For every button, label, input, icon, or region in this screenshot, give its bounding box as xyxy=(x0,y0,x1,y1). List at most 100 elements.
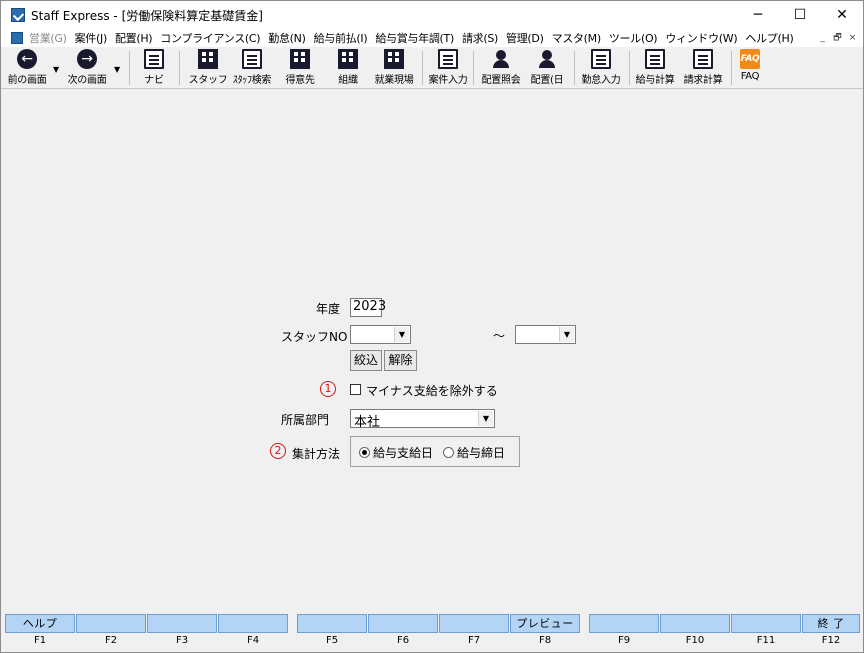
document-icon[interactable] xyxy=(11,32,23,44)
fkey-f10[interactable]: F10 xyxy=(660,614,730,650)
fkey-f4[interactable]: F4 xyxy=(218,614,288,650)
mdi-restore-button[interactable]: 🗗 xyxy=(831,32,844,45)
year-label: 年度 xyxy=(316,302,341,316)
department-select[interactable]: 本社 ▼ xyxy=(350,409,495,430)
staff-no-label: スタッフNO xyxy=(281,330,348,344)
menu-prepay[interactable]: 給与前払(I) xyxy=(314,30,368,46)
fkey-f7-label[interactable] xyxy=(439,614,509,633)
toolbar-separator xyxy=(422,51,423,85)
fkey-f5[interactable]: F5 xyxy=(297,614,367,650)
menu-tools[interactable]: ツール(O) xyxy=(609,30,658,46)
navi-label: ナビ xyxy=(144,75,164,86)
fkey-f12-label[interactable]: 終 了 xyxy=(802,614,860,633)
payroll-calc-button[interactable]: 給与計算 xyxy=(633,49,677,87)
organization-button[interactable]: 組織 xyxy=(335,49,361,87)
back-label: 前の画面 xyxy=(7,75,47,86)
clear-button[interactable]: 解除 xyxy=(384,350,417,371)
method-radio-closing-day[interactable] xyxy=(443,447,454,458)
maximize-button[interactable]: ☐ xyxy=(779,1,821,29)
fkey-f2[interactable]: F2 xyxy=(76,614,146,650)
menu-admin[interactable]: 管理(D) xyxy=(506,30,544,46)
filter-button[interactable]: 絞込 xyxy=(350,350,382,371)
fkey-f3-label[interactable] xyxy=(147,614,217,633)
fkey-f12[interactable]: 終 了 F12 xyxy=(802,614,860,650)
menu-attendance[interactable]: 勤怠(N) xyxy=(268,30,306,46)
worksite-icon xyxy=(384,49,404,69)
toolbar-separator xyxy=(473,51,474,85)
chevron-down-icon[interactable]: ▼ xyxy=(559,327,574,342)
fkey-f10-label[interactable] xyxy=(660,614,730,633)
fkey-f11[interactable]: F11 xyxy=(731,614,801,650)
fkey-f9-label[interactable] xyxy=(589,614,659,633)
form-area: 年度 2023 スタッフNO ▼ ～ ▼ 絞込 解除 1 マイナス支給を除外する… xyxy=(5,90,861,612)
fkey-f11-number: F11 xyxy=(756,635,776,646)
forward-history-dropdown-icon[interactable]: ▼ xyxy=(114,65,120,74)
staff-no-to-select[interactable]: ▼ xyxy=(515,325,576,344)
staff-search-button[interactable]: ｽﾀｯﾌ検索 xyxy=(231,49,273,87)
forward-button[interactable]: → 次の画面 xyxy=(67,49,107,87)
fkey-f2-label[interactable] xyxy=(76,614,146,633)
annotation-marker-2: 2 xyxy=(270,443,286,459)
fkey-f8[interactable]: プレビュー F8 xyxy=(510,614,580,650)
chevron-down-icon[interactable]: ▼ xyxy=(478,411,493,426)
navi-button[interactable]: ナビ xyxy=(141,49,167,87)
menu-bar: 営業(G) 案件(J) 配置(H) コンプライアンス(C) 勤怠(N) 給与前払… xyxy=(1,29,863,47)
menu-payroll[interactable]: 給与賞与年調(T) xyxy=(375,30,454,46)
close-button[interactable]: ✕ xyxy=(821,1,863,29)
forward-label: 次の画面 xyxy=(67,75,107,86)
case-input-button[interactable]: 案件入力 xyxy=(427,49,469,87)
fkey-f11-label[interactable] xyxy=(731,614,801,633)
menu-case[interactable]: 案件(J) xyxy=(75,30,108,46)
window-controls: ─ ☐ ✕ xyxy=(737,1,863,29)
app-window: Staff Express - [労働保険料算定基礎賃金] ─ ☐ ✕ 営業(G… xyxy=(0,0,864,653)
chevron-down-icon[interactable]: ▼ xyxy=(394,327,409,342)
back-button[interactable]: ← 前の画面 xyxy=(7,49,47,87)
method-radio-payday[interactable] xyxy=(359,447,370,458)
menu-sales[interactable]: 営業(G) xyxy=(29,30,67,46)
fkey-f7[interactable]: F7 xyxy=(439,614,509,650)
fkey-f4-number: F4 xyxy=(246,635,260,646)
menu-compliance[interactable]: コンプライアンス(C) xyxy=(160,30,260,46)
annotation-marker-1: 1 xyxy=(320,381,336,397)
mdi-close-button[interactable]: × xyxy=(846,32,859,45)
function-key-bar: ヘルプ F1 F2 F3 F4 F5 F6 F7 プレビュー F8 F9 F10… xyxy=(5,614,861,650)
fkey-f8-label[interactable]: プレビュー xyxy=(510,614,580,633)
attendance-input-button[interactable]: 勤怠入力 xyxy=(579,49,623,87)
worksite-label: 就業現場 xyxy=(374,75,414,86)
title-bar: Staff Express - [労働保険料算定基礎賃金] ─ ☐ ✕ xyxy=(1,1,863,29)
attendance-input-label: 勤怠入力 xyxy=(581,75,621,86)
menu-assignment[interactable]: 配置(H) xyxy=(115,30,153,46)
department-label: 所属部門 xyxy=(281,413,330,427)
client-button[interactable]: 得意先 xyxy=(283,49,317,87)
organization-icon xyxy=(338,49,358,69)
window-title: Staff Express - [労働保険料算定基礎賃金] xyxy=(31,8,263,23)
fkey-f9-number: F9 xyxy=(617,635,631,646)
billing-calc-button[interactable]: 請求計算 xyxy=(681,49,725,87)
fkey-f5-label[interactable] xyxy=(297,614,367,633)
staff-no-from-select[interactable]: ▼ xyxy=(350,325,411,344)
back-history-dropdown-icon[interactable]: ▼ xyxy=(53,65,59,74)
fkey-f3[interactable]: F3 xyxy=(147,614,217,650)
assignment-view-button[interactable]: 配置照会 xyxy=(479,49,523,87)
menu-master[interactable]: マスタ(M) xyxy=(552,30,602,46)
assignment-day-button[interactable]: 配置(日 xyxy=(529,49,565,87)
menu-billing[interactable]: 請求(S) xyxy=(462,30,498,46)
assignment-view-label: 配置照会 xyxy=(481,75,521,86)
fkey-f6-label[interactable] xyxy=(368,614,438,633)
exclude-minus-checkbox[interactable] xyxy=(350,384,361,395)
fkey-f4-label[interactable] xyxy=(218,614,288,633)
fkey-f1[interactable]: ヘルプ F1 xyxy=(5,614,75,650)
fkey-f6[interactable]: F6 xyxy=(368,614,438,650)
worksite-button[interactable]: 就業現場 xyxy=(373,49,415,87)
minimize-button[interactable]: ─ xyxy=(737,1,779,29)
menu-help[interactable]: ヘルプ(H) xyxy=(745,30,793,46)
menu-window[interactable]: ウィンドウ(W) xyxy=(665,30,737,46)
year-field[interactable]: 2023 xyxy=(350,298,386,317)
fkey-f1-number: F1 xyxy=(33,635,47,646)
mdi-controls: _ 🗗 × xyxy=(816,32,859,45)
mdi-minimize-button[interactable]: _ xyxy=(816,32,829,45)
fkey-f9[interactable]: F9 xyxy=(589,614,659,650)
faq-button[interactable]: FAQ FAQ xyxy=(737,49,763,87)
fkey-f1-label[interactable]: ヘルプ xyxy=(5,614,75,633)
staff-button[interactable]: スタッフ xyxy=(189,49,228,87)
